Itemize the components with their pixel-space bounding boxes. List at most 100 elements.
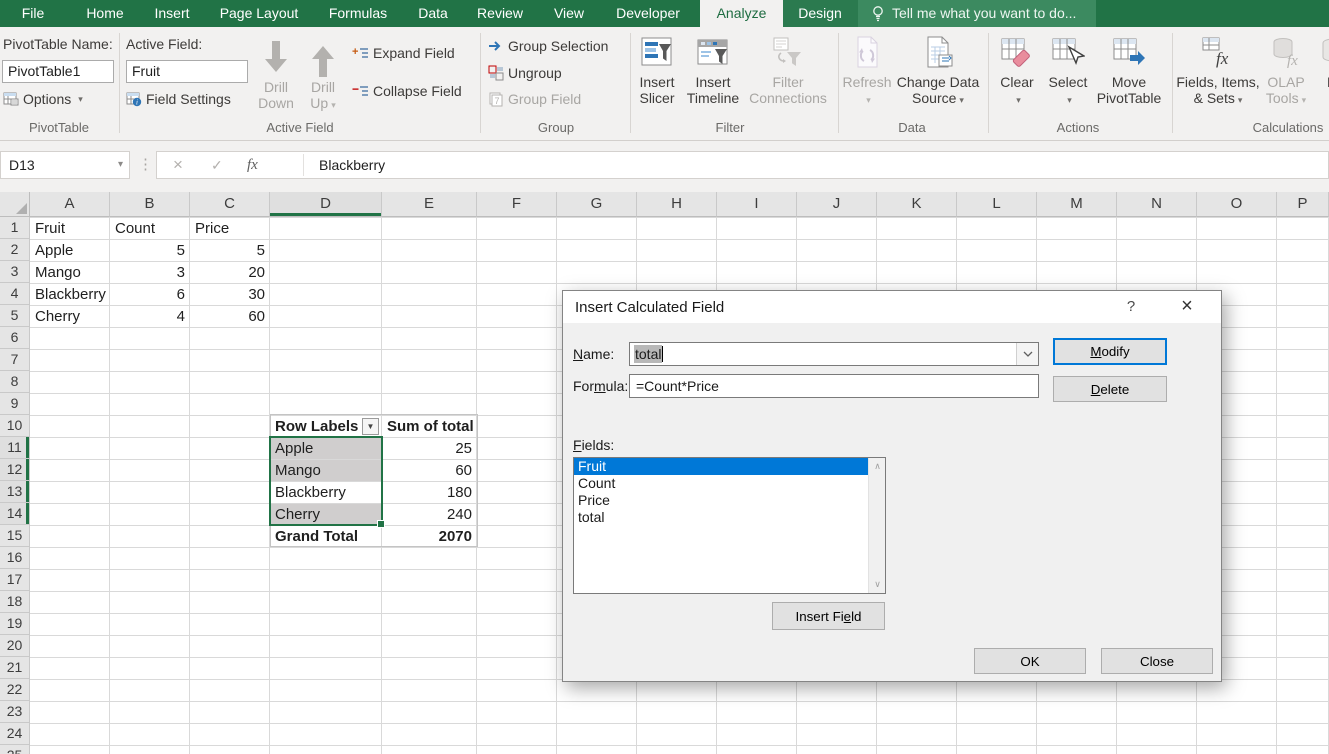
column-header-I[interactable]: I — [717, 192, 797, 217]
modify-button[interactable]: Modify — [1053, 338, 1167, 365]
cell-C2[interactable]: 5 — [191, 240, 270, 261]
calculated-field-name-combo[interactable]: total — [629, 342, 1039, 366]
expand-field-button[interactable]: + Expand Field — [352, 44, 455, 62]
row-header-12[interactable]: 12 — [0, 459, 30, 481]
column-header-H[interactable]: H — [637, 192, 717, 217]
scroll-up-icon[interactable]: ∧ — [869, 458, 886, 475]
row-header-1[interactable]: 1 — [0, 217, 30, 239]
column-header-F[interactable]: F — [477, 192, 557, 217]
scroll-down-icon[interactable]: ∨ — [869, 576, 886, 593]
cell-D13[interactable]: Blackberry — [271, 482, 382, 503]
tab-view[interactable]: View — [547, 0, 591, 27]
tab-page-layout[interactable]: Page Layout — [215, 0, 303, 27]
tab-data[interactable]: Data — [411, 0, 455, 27]
tab-home[interactable]: Home — [78, 0, 132, 27]
row-header-24[interactable]: 24 — [0, 723, 30, 745]
group-field-button[interactable]: 7 Group Field — [488, 90, 581, 108]
enter-icon[interactable]: ✓ — [211, 152, 223, 178]
column-header-O[interactable]: O — [1197, 192, 1277, 217]
cell-D15[interactable]: Grand Total — [271, 526, 382, 547]
fields-listbox[interactable]: FruitCountPricetotal ∧ ∨ — [573, 457, 886, 594]
name-box-dropdown-caret[interactable]: ▾ — [118, 152, 123, 178]
row-header-6[interactable]: 6 — [0, 327, 30, 349]
row-labels-filter-dropdown[interactable]: ▼ — [362, 418, 379, 435]
name-combo-dropdown-button[interactable] — [1016, 343, 1038, 365]
cell-D12[interactable]: Mango — [271, 460, 382, 481]
row-header-7[interactable]: 7 — [0, 349, 30, 371]
dialog-close-icon[interactable]: × — [1175, 295, 1199, 318]
change-data-source-button[interactable]: Change Data Source▾ — [893, 33, 983, 129]
tab-design[interactable]: Design — [786, 0, 854, 27]
relationships-button-partial[interactable]: Re — [1316, 33, 1329, 129]
select-button[interactable]: Select ▾ — [1044, 33, 1092, 129]
insert-function-icon[interactable]: fx — [247, 152, 258, 178]
refresh-button[interactable]: Refresh ▾ — [842, 33, 892, 129]
row-header-8[interactable]: 8 — [0, 371, 30, 393]
cell-D11[interactable]: Apple — [271, 438, 382, 459]
insert-field-button[interactable]: Insert Field — [772, 602, 885, 630]
drill-down-button[interactable]: Drill Down — [255, 33, 297, 111]
cell-E15[interactable]: 2070 — [383, 526, 477, 547]
cell-E12[interactable]: 60 — [383, 460, 477, 481]
row-header-4[interactable]: 4 — [0, 283, 30, 305]
cell-B3[interactable]: 3 — [111, 262, 190, 283]
row-header-10[interactable]: 10 — [0, 415, 30, 437]
row-header-5[interactable]: 5 — [0, 305, 30, 327]
column-header-P[interactable]: P — [1277, 192, 1329, 217]
column-header-D[interactable]: D — [270, 192, 382, 217]
column-header-L[interactable]: L — [957, 192, 1037, 217]
tab-file[interactable]: File — [10, 0, 56, 27]
fields-list-item-total[interactable]: total — [574, 509, 868, 526]
row-header-21[interactable]: 21 — [0, 657, 30, 679]
cell-C1[interactable]: Price — [191, 218, 270, 239]
fields-list-scrollbar[interactable]: ∧ ∨ — [868, 458, 885, 593]
fields-list-item-Count[interactable]: Count — [574, 475, 868, 492]
tab-insert[interactable]: Insert — [147, 0, 197, 27]
row-header-25[interactable]: 25 — [0, 745, 30, 754]
row-header-13[interactable]: 13 — [0, 481, 30, 503]
cell-E11[interactable]: 25 — [383, 438, 477, 459]
row-header-14[interactable]: 14 — [0, 503, 30, 525]
olap-tools-button[interactable]: fx OLAP Tools▾ — [1260, 33, 1312, 129]
cell-C4[interactable]: 30 — [191, 284, 270, 305]
cell-A4[interactable]: Blackberry — [31, 284, 110, 305]
row-header-23[interactable]: 23 — [0, 701, 30, 723]
collapse-field-button[interactable]: − Collapse Field — [352, 82, 462, 100]
fields-items-sets-button[interactable]: fx Fields, Items, & Sets▾ — [1176, 33, 1260, 129]
pivottable-name-input[interactable]: PivotTable1 — [2, 60, 114, 83]
tab-review[interactable]: Review — [472, 0, 528, 27]
fields-list-item-Fruit[interactable]: Fruit — [574, 458, 868, 475]
cell-C3[interactable]: 20 — [191, 262, 270, 283]
row-header-15[interactable]: 15 — [0, 525, 30, 547]
column-header-B[interactable]: B — [110, 192, 190, 217]
formula-bar-value[interactable]: Blackberry — [319, 152, 385, 178]
cell-A1[interactable]: Fruit — [31, 218, 110, 239]
column-header-E[interactable]: E — [382, 192, 477, 217]
filter-connections-button[interactable]: Filter Connections — [744, 33, 832, 129]
row-header-9[interactable]: 9 — [0, 393, 30, 415]
dialog-help-button[interactable]: ? — [1121, 298, 1141, 315]
column-header-J[interactable]: J — [797, 192, 877, 217]
cell-A5[interactable]: Cherry — [31, 306, 110, 327]
cell-E10[interactable]: Sum of total — [383, 416, 477, 437]
cell-B5[interactable]: 4 — [111, 306, 190, 327]
column-header-G[interactable]: G — [557, 192, 637, 217]
calculated-field-formula-input[interactable]: =Count*Price — [629, 374, 1039, 398]
tell-me-box[interactable]: Tell me what you want to do... — [858, 0, 1096, 27]
row-header-16[interactable]: 16 — [0, 547, 30, 569]
clear-button[interactable]: Clear ▾ — [994, 33, 1040, 129]
name-box[interactable]: D13 ▾ — [0, 151, 130, 179]
select-all-corner[interactable] — [0, 192, 30, 217]
insert-slicer-button[interactable]: Insert Slicer — [632, 33, 682, 129]
tab-developer[interactable]: Developer — [608, 0, 688, 27]
row-header-20[interactable]: 20 — [0, 635, 30, 657]
dialog-title-bar[interactable]: Insert Calculated Field ? × — [563, 291, 1221, 323]
row-header-18[interactable]: 18 — [0, 591, 30, 613]
column-header-M[interactable]: M — [1037, 192, 1117, 217]
column-header-N[interactable]: N — [1117, 192, 1197, 217]
formula-bar-handle[interactable]: ⋮ — [138, 155, 153, 173]
group-selection-button[interactable]: Group Selection — [488, 37, 608, 55]
column-header-C[interactable]: C — [190, 192, 270, 217]
fields-list-item-Price[interactable]: Price — [574, 492, 868, 509]
column-header-A[interactable]: A — [30, 192, 110, 217]
